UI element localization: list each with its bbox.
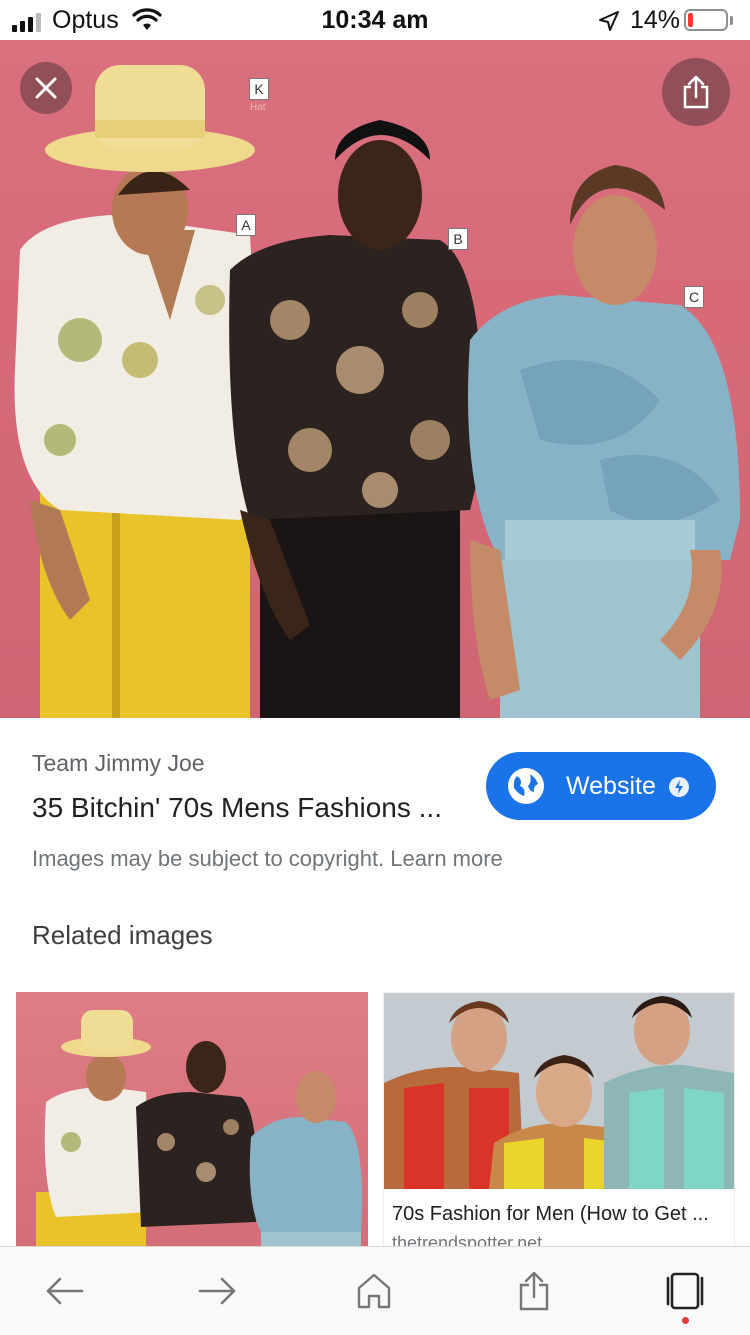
related-images-heading: Related images [32,920,213,950]
back-arrow-icon [46,1277,84,1305]
browser-toolbar [0,1246,750,1335]
status-bar: Optus 10:34 am 14% [0,0,750,40]
fashion-photo [14,65,740,718]
battery-percentage: 14% [630,6,681,34]
image-tag-b: B [448,228,468,250]
related-image-thumbnail [36,1010,362,1248]
related-image-thumbnail [384,993,734,1189]
result-title[interactable]: 35 Bitchin' 70s Mens Fashions ... [32,792,442,824]
tabs-icon [666,1272,704,1310]
close-icon [35,77,57,99]
home-icon [357,1273,391,1309]
tabs-button[interactable] [661,1267,709,1315]
forward-arrow-icon [198,1277,236,1305]
amp-lightning-icon [669,777,689,797]
forward-button[interactable] [194,1267,242,1315]
battery-icon [684,9,728,31]
share-icon [519,1271,549,1311]
location-arrow-icon [599,11,619,31]
result-source: Team Jimmy Joe [32,750,205,776]
image-tag-k: K [249,78,269,100]
share-icon [683,75,709,109]
copyright-notice[interactable]: Images may be subject to copyright. Lear… [32,846,503,872]
image-tag-c: C [684,286,704,308]
related-image-card[interactable] [16,992,368,1248]
close-button[interactable] [20,62,72,114]
home-button[interactable] [350,1267,398,1315]
share-button[interactable] [662,58,730,126]
share-page-button[interactable] [510,1267,558,1315]
back-button[interactable] [40,1267,88,1315]
tab-indicator-dot [682,1317,689,1324]
main-image[interactable]: K Hat A B C [0,40,750,718]
battery-level [688,13,693,27]
related-image-card[interactable]: 70s Fashion for Men (How to Get ... thet… [383,992,735,1248]
website-button-label: Website [566,772,656,800]
image-tag-caption: Hat [250,102,266,113]
related-image-photo [384,993,734,1189]
related-image-caption: 70s Fashion for Men (How to Get ... [392,1203,709,1225]
battery-tip [730,16,733,25]
globe-icon [508,768,544,804]
image-tag-a: A [236,214,256,236]
